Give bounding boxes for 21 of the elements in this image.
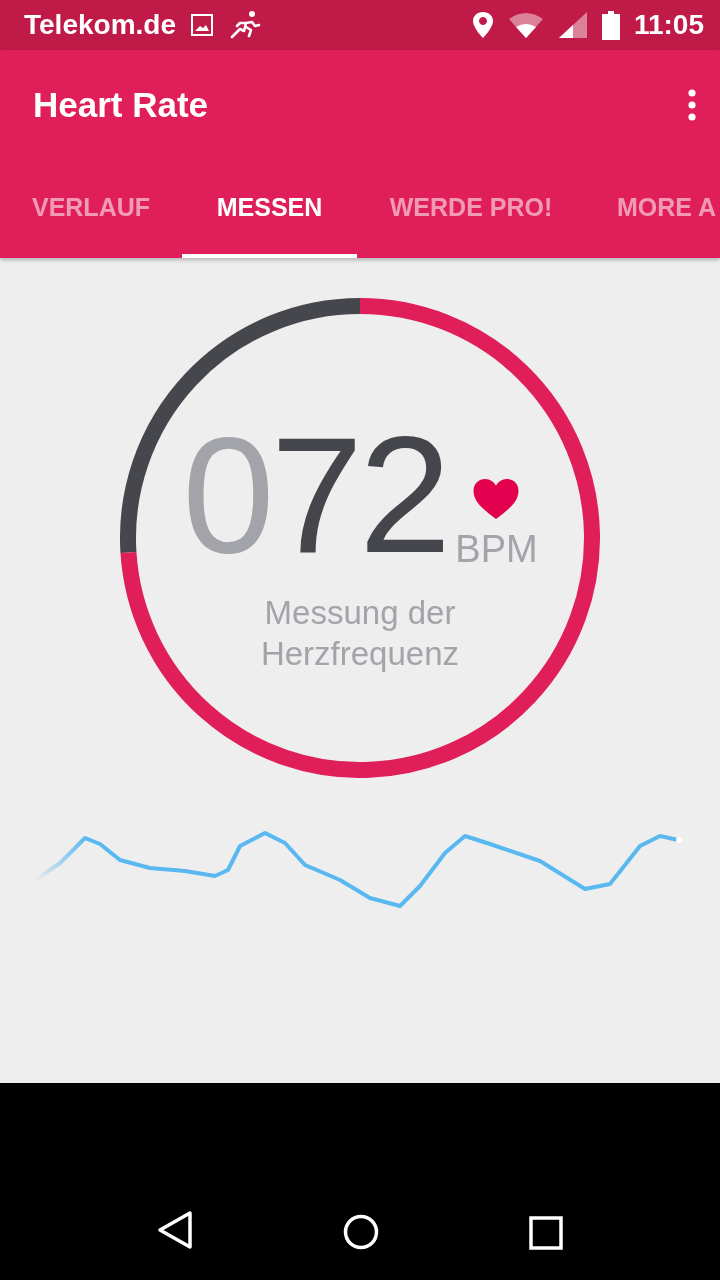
back-icon[interactable]	[157, 1210, 193, 1250]
image-icon	[190, 13, 214, 37]
location-icon	[471, 11, 494, 39]
clock-time: 11:05	[633, 9, 704, 41]
heart-rate-leading-zero: 0	[182, 412, 271, 578]
heart-icon	[472, 478, 521, 520]
heart-rate-value: 72	[270, 412, 448, 578]
measurement-caption: Messung der Herzfrequenz	[259, 593, 461, 674]
signal-icon	[557, 11, 588, 39]
more-menu-icon[interactable]	[688, 89, 696, 121]
app-title: Heart Rate	[33, 85, 210, 125]
tab[interactable]: MORE A	[585, 160, 720, 258]
unit-label: BPM	[455, 530, 538, 568]
battery-icon	[601, 10, 620, 40]
recents-icon[interactable]	[529, 1216, 563, 1250]
wifi-icon	[507, 11, 544, 39]
home-icon[interactable]	[343, 1214, 379, 1250]
carrier-name: Telekom.de	[24, 9, 176, 41]
running-figure-icon	[228, 9, 262, 41]
tab[interactable]: WERDE PRO!	[357, 160, 585, 258]
tab[interactable]: VERLAUF	[0, 160, 182, 258]
